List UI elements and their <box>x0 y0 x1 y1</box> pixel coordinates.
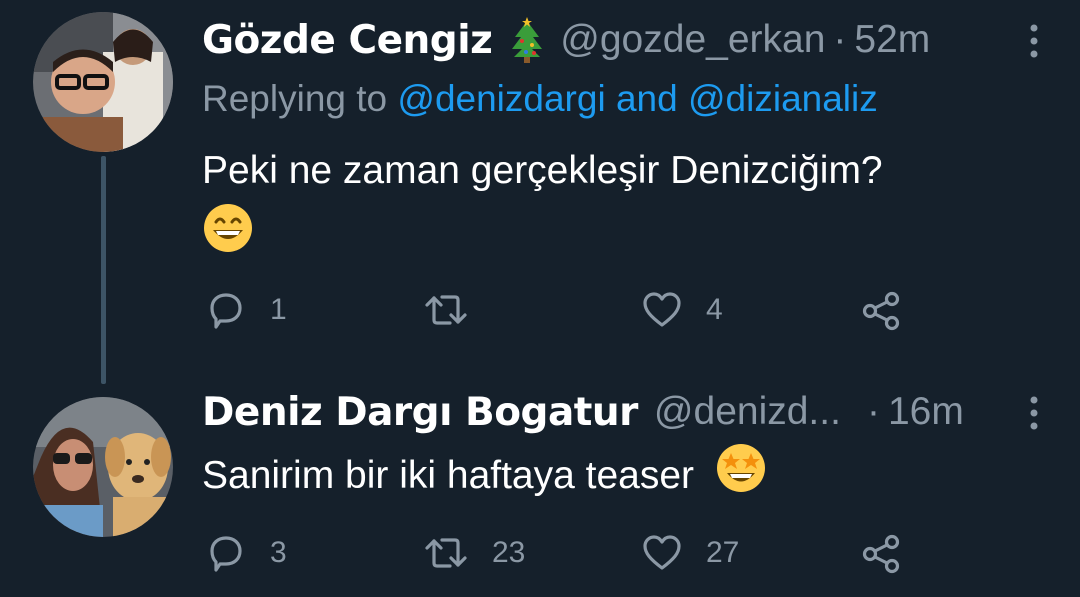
reply-count: 1 <box>270 293 287 326</box>
tweet-body: Peki ne zaman gerçekleşir Denizciğim? <box>202 149 883 192</box>
reply-icon <box>204 531 248 575</box>
tweet-text: Peki ne zaman gerçekleşir Denizciğim? <box>202 140 883 273</box>
christmas-tree-icon <box>510 17 544 63</box>
tweet[interactable]: Deniz Dargı Bogatur @denizd... · 16m San… <box>0 385 1080 597</box>
thread-line <box>101 156 106 384</box>
timestamp[interactable]: 16m <box>888 390 964 434</box>
separator-dot: · <box>833 18 847 61</box>
like-button[interactable]: 4 <box>640 285 723 335</box>
tweet[interactable]: Gözde Cengiz @gozde_erkan · 52m Replying… <box>0 0 1080 385</box>
replying-to: Replying to @denizdargi and @dizianaliz <box>202 78 878 120</box>
retweet-count: 23 <box>492 536 526 569</box>
avatar[interactable] <box>33 12 173 152</box>
separator-dot: · <box>866 390 880 433</box>
heart-icon <box>640 288 684 332</box>
retweet-button[interactable] <box>422 285 492 335</box>
mention-link[interactable]: @denizdargi <box>397 78 605 119</box>
reply-icon <box>204 288 248 332</box>
like-count: 27 <box>706 536 740 569</box>
grinning-face-icon <box>202 202 254 273</box>
retweet-button[interactable]: 23 <box>422 528 525 578</box>
tweet-actions: 1 4 <box>204 285 924 335</box>
more-options-icon[interactable] <box>1028 22 1040 60</box>
mention-link[interactable]: @dizianaliz <box>688 78 878 119</box>
timestamp[interactable]: 52m <box>854 18 930 62</box>
tweet-header: Deniz Dargı Bogatur @denizd... · 16m <box>202 382 1040 442</box>
reply-button[interactable]: 3 <box>204 528 287 578</box>
like-count: 4 <box>706 293 723 326</box>
replying-prefix: Replying to <box>202 78 388 119</box>
more-options-icon[interactable] <box>1028 394 1040 432</box>
tweet-text: Sanirim bir iki haftaya teaser <box>202 442 767 513</box>
tweet-actions: 3 23 27 <box>204 528 924 578</box>
star-struck-icon <box>715 442 767 513</box>
reply-count: 3 <box>270 536 287 569</box>
reply-joiner: and <box>615 78 678 119</box>
share-icon <box>860 531 904 575</box>
retweet-icon <box>422 288 470 332</box>
retweet-icon <box>422 531 470 575</box>
avatar[interactable] <box>33 397 173 537</box>
share-button[interactable] <box>860 528 904 578</box>
user-handle[interactable]: @denizd... <box>654 390 841 434</box>
share-button[interactable] <box>860 285 904 335</box>
user-handle[interactable]: @gozde_erkan <box>560 18 825 62</box>
tweet-body: Sanirim bir iki haftaya teaser <box>202 453 695 497</box>
tweet-header: Gözde Cengiz @gozde_erkan · 52m <box>202 10 1040 70</box>
display-name[interactable]: Gözde Cengiz <box>202 18 493 63</box>
heart-icon <box>640 531 684 575</box>
share-icon <box>860 288 904 332</box>
display-name[interactable]: Deniz Dargı Bogatur <box>202 390 638 435</box>
reply-button[interactable]: 1 <box>204 285 287 335</box>
like-button[interactable]: 27 <box>640 528 739 578</box>
